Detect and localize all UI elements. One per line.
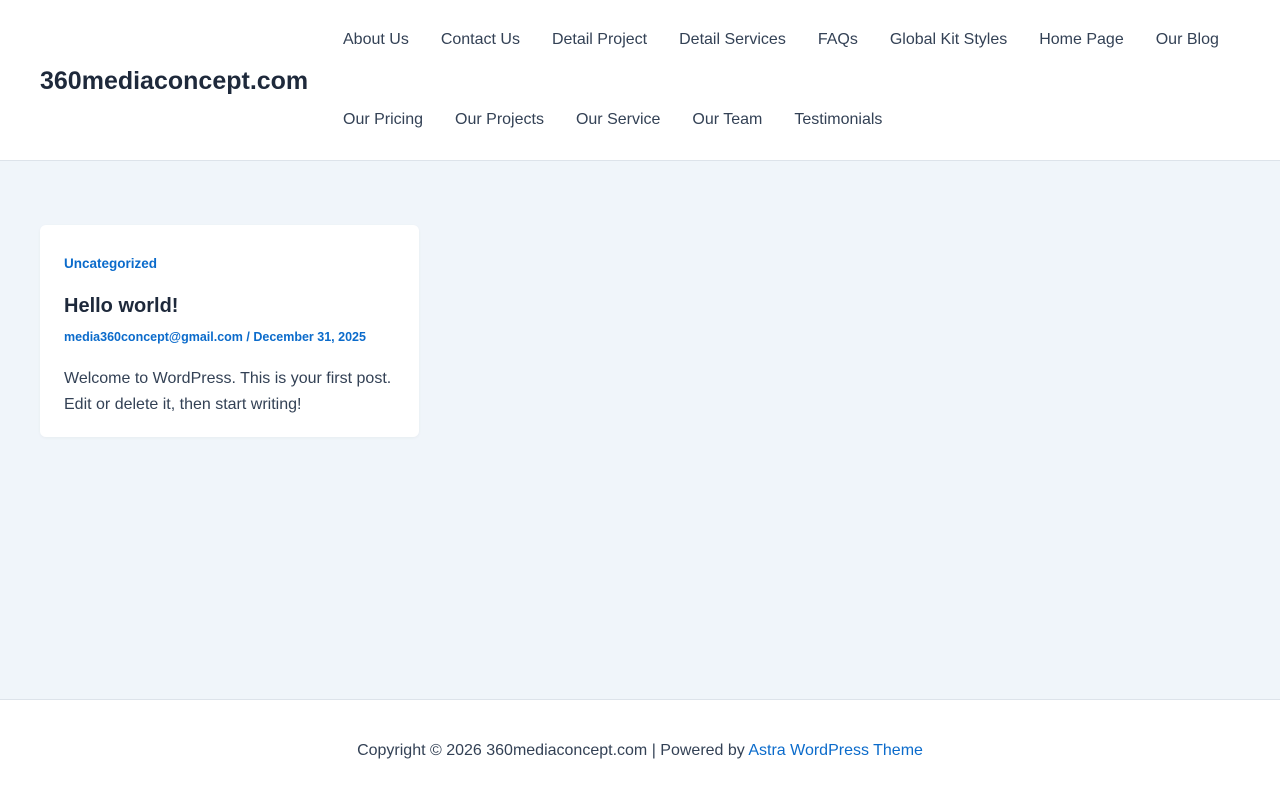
site-title-link[interactable]: 360mediaconcept.com xyxy=(40,64,308,98)
post-meta-separator: / xyxy=(242,330,254,344)
nav-item-testimonials[interactable]: Testimonials xyxy=(778,80,898,160)
post-title-link[interactable]: Hello world! xyxy=(64,293,395,319)
nav-item-detail-services[interactable]: Detail Services xyxy=(663,0,802,80)
nav-item-our-pricing[interactable]: Our Pricing xyxy=(327,80,439,160)
post-date[interactable]: December 31, 2025 xyxy=(253,330,366,344)
nav-item-faqs[interactable]: FAQs xyxy=(802,0,874,80)
nav-item-detail-project[interactable]: Detail Project xyxy=(536,0,663,80)
nav-item-global-kit-styles[interactable]: Global Kit Styles xyxy=(874,0,1023,80)
nav-item-about-us[interactable]: About Us xyxy=(327,0,425,80)
nav-item-home-page[interactable]: Home Page xyxy=(1023,0,1140,80)
nav-item-contact-us[interactable]: Contact Us xyxy=(425,0,536,80)
footer-theme-link[interactable]: Astra WordPress Theme xyxy=(748,742,923,759)
post-meta: media360concept@gmail.com / December 31,… xyxy=(64,329,395,345)
nav-item-our-projects[interactable]: Our Projects xyxy=(439,80,560,160)
site-header: 360mediaconcept.com About Us Contact Us … xyxy=(0,0,1280,161)
nav-row-1: About Us Contact Us Detail Project Detai… xyxy=(327,0,1227,80)
post-author-link[interactable]: media360concept@gmail.com xyxy=(64,330,243,344)
post-card: Uncategorized Hello world! media360conce… xyxy=(40,225,419,437)
nav-item-our-blog[interactable]: Our Blog xyxy=(1140,0,1235,80)
main-navigation: About Us Contact Us Detail Project Detai… xyxy=(327,0,1227,160)
nav-item-our-team[interactable]: Our Team xyxy=(676,80,778,160)
footer-copyright: Copyright © 2026 360mediaconcept.com | P… xyxy=(0,740,1280,762)
post-category-link[interactable]: Uncategorized xyxy=(64,256,157,272)
site-content: Uncategorized Hello world! media360conce… xyxy=(0,161,1280,699)
footer-copyright-text: Copyright © 2026 360mediaconcept.com | P… xyxy=(357,742,749,759)
post-excerpt: Welcome to WordPress. This is your first… xyxy=(64,370,392,413)
nav-row-2: Our Pricing Our Projects Our Service Our… xyxy=(327,80,1227,160)
site-footer: Copyright © 2026 360mediaconcept.com | P… xyxy=(0,699,1280,800)
nav-item-our-service[interactable]: Our Service xyxy=(560,80,676,160)
